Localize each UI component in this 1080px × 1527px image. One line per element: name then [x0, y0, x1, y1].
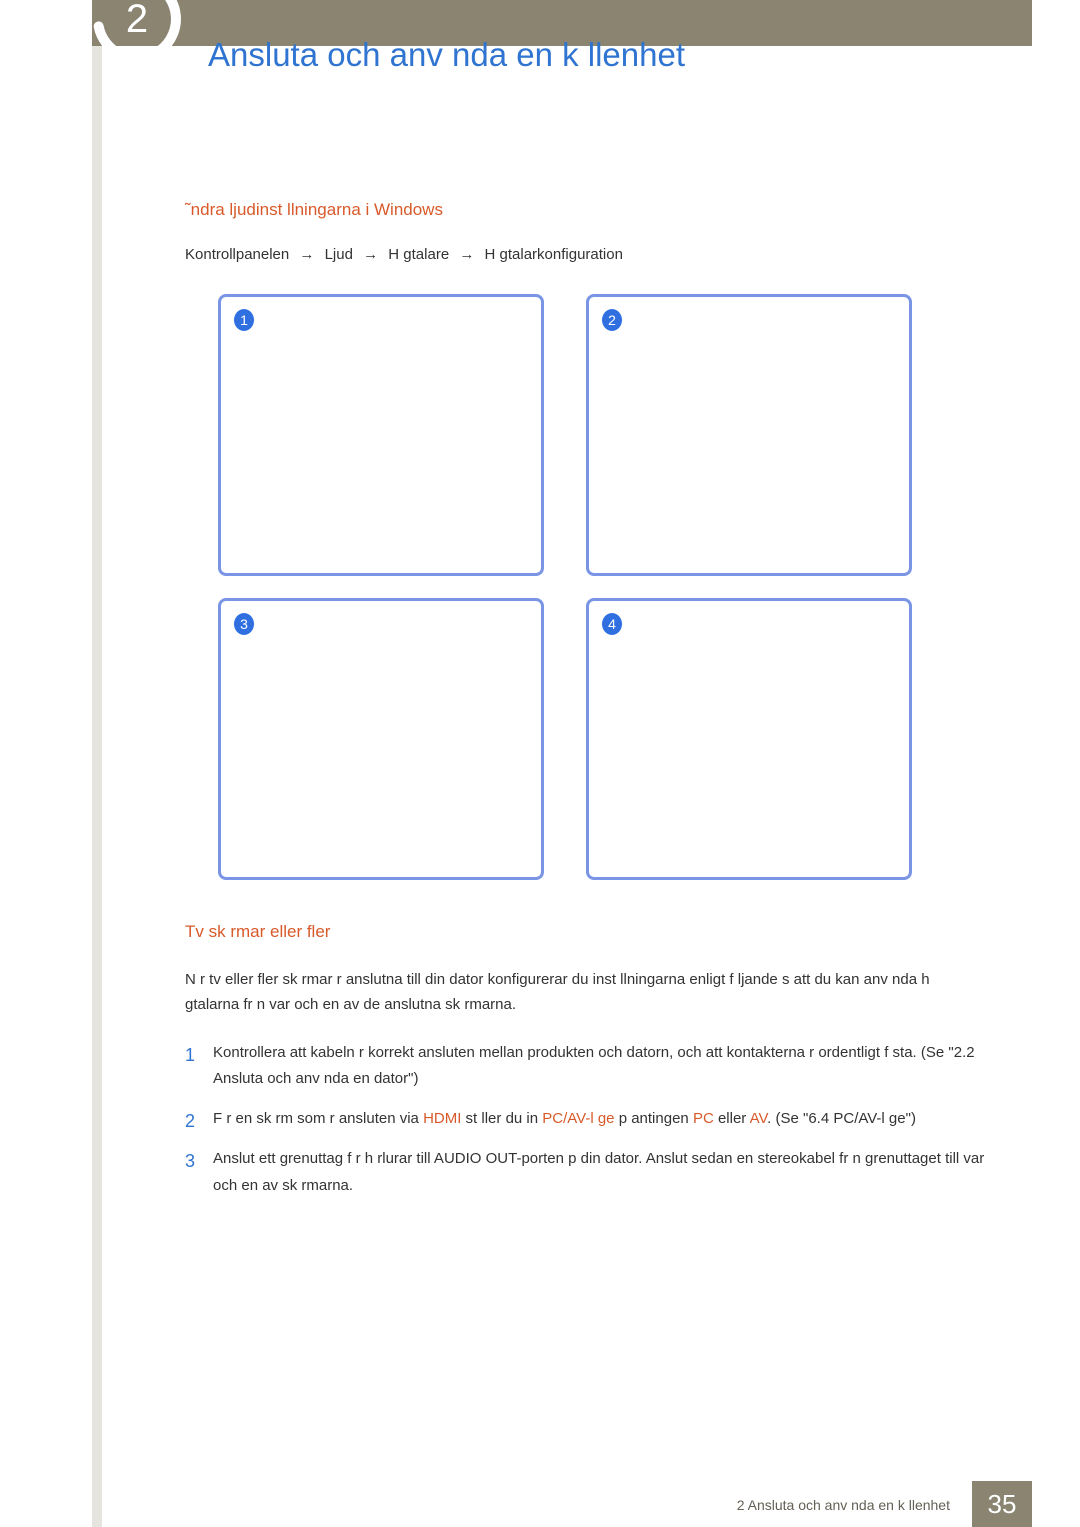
panel-badge-3: 3	[233, 613, 255, 635]
svg-text:4: 4	[608, 616, 616, 632]
panel-2: 2	[586, 294, 912, 576]
page-title: Ansluta och anv nda en k llenhet	[208, 36, 685, 74]
step: 3 Anslut ett grenuttag f r h rlurar till …	[185, 1146, 985, 1199]
panel-row: 1 2	[218, 294, 958, 576]
chapter-badge: 2	[92, 0, 182, 64]
panel-4: 4	[586, 598, 912, 880]
panel-3: 3	[218, 598, 544, 880]
section-heading-1: ˜ndra ljudinst llningarna i Windows	[185, 200, 985, 220]
panel-badge-1: 1	[233, 309, 255, 331]
chapter-number: 2	[126, 0, 148, 41]
step-text: eller	[714, 1110, 750, 1127]
highlight: HDMI	[423, 1110, 461, 1127]
step-number: 1	[185, 1040, 195, 1072]
highlight: AV	[750, 1110, 768, 1127]
step: 1 Kontrollera att kabeln r korrekt anslut…	[185, 1040, 985, 1093]
step-text: st ller du in	[461, 1110, 542, 1127]
svg-text:3: 3	[240, 616, 248, 632]
footer: 2 Ansluta och anv nda en k llenhet 35	[0, 1481, 1080, 1527]
panel-1: 1	[218, 294, 544, 576]
footer-chapter-label: 2 Ansluta och anv nda en k llenhet	[737, 1497, 950, 1513]
step-text: F r en sk rm som r ansluten via	[213, 1110, 423, 1127]
step-number: 2	[185, 1106, 195, 1138]
breadcrumb-item: Kontrollpanelen	[185, 246, 289, 263]
breadcrumb-item: H gtalarkonfiguration	[485, 246, 623, 263]
section-intro: N r tv eller fler sk rmar r anslutna til…	[185, 968, 985, 1018]
step-text: . (Se "6.4 PC/AV-l ge")	[767, 1110, 916, 1127]
svg-text:2: 2	[608, 312, 616, 328]
panel-badge-4: 4	[601, 613, 623, 635]
section-heading-2: Tv sk rmar eller fler	[185, 922, 985, 942]
step-number: 3	[185, 1146, 195, 1178]
step-text: Anslut ett grenuttag f r h rlurar till A…	[213, 1150, 984, 1193]
left-margin-bar	[92, 0, 102, 1527]
section-2: Tv sk rmar eller fler N r tv eller fler …	[185, 922, 985, 1213]
panel-row: 3 4	[218, 598, 958, 880]
section-1: ˜ndra ljudinst llningarna i Windows Kont…	[185, 200, 985, 293]
page-number: 35	[972, 1481, 1032, 1527]
step-text: Kontrollera att kabeln r korrekt anslute…	[213, 1044, 975, 1087]
step-text: p antingen	[615, 1110, 693, 1127]
arrow-icon: →	[299, 246, 314, 263]
panels-area: 1 2 3 4	[218, 294, 958, 902]
breadcrumb-item: Ljud	[325, 246, 353, 263]
highlight: PC/AV-l ge	[542, 1110, 614, 1127]
page: 2 Ansluta och anv nda en k llenhet ˜ndra…	[0, 0, 1080, 1527]
breadcrumbs: Kontrollpanelen → Ljud → H gtalare → H g…	[185, 246, 985, 263]
arrow-icon: →	[459, 246, 474, 263]
svg-text:1: 1	[240, 312, 248, 328]
arrow-icon: →	[363, 246, 378, 263]
breadcrumb-item: H gtalare	[388, 246, 449, 263]
step: 2F r en sk rm som r ansluten via HDMI st…	[185, 1106, 985, 1132]
steps-list: 1 Kontrollera att kabeln r korrekt anslut…	[185, 1040, 985, 1199]
panel-badge-2: 2	[601, 309, 623, 331]
highlight: PC	[693, 1110, 714, 1127]
